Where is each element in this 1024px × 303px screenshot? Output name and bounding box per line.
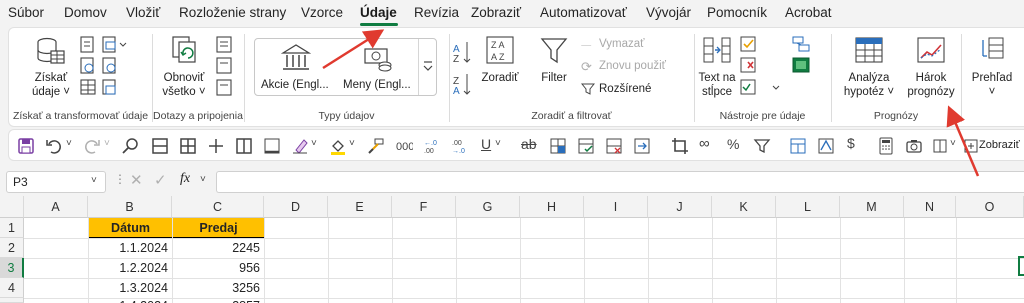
annotation-arrow xyxy=(946,105,980,177)
annotation-arrows xyxy=(322,29,980,177)
annotation-arrow xyxy=(322,29,385,70)
